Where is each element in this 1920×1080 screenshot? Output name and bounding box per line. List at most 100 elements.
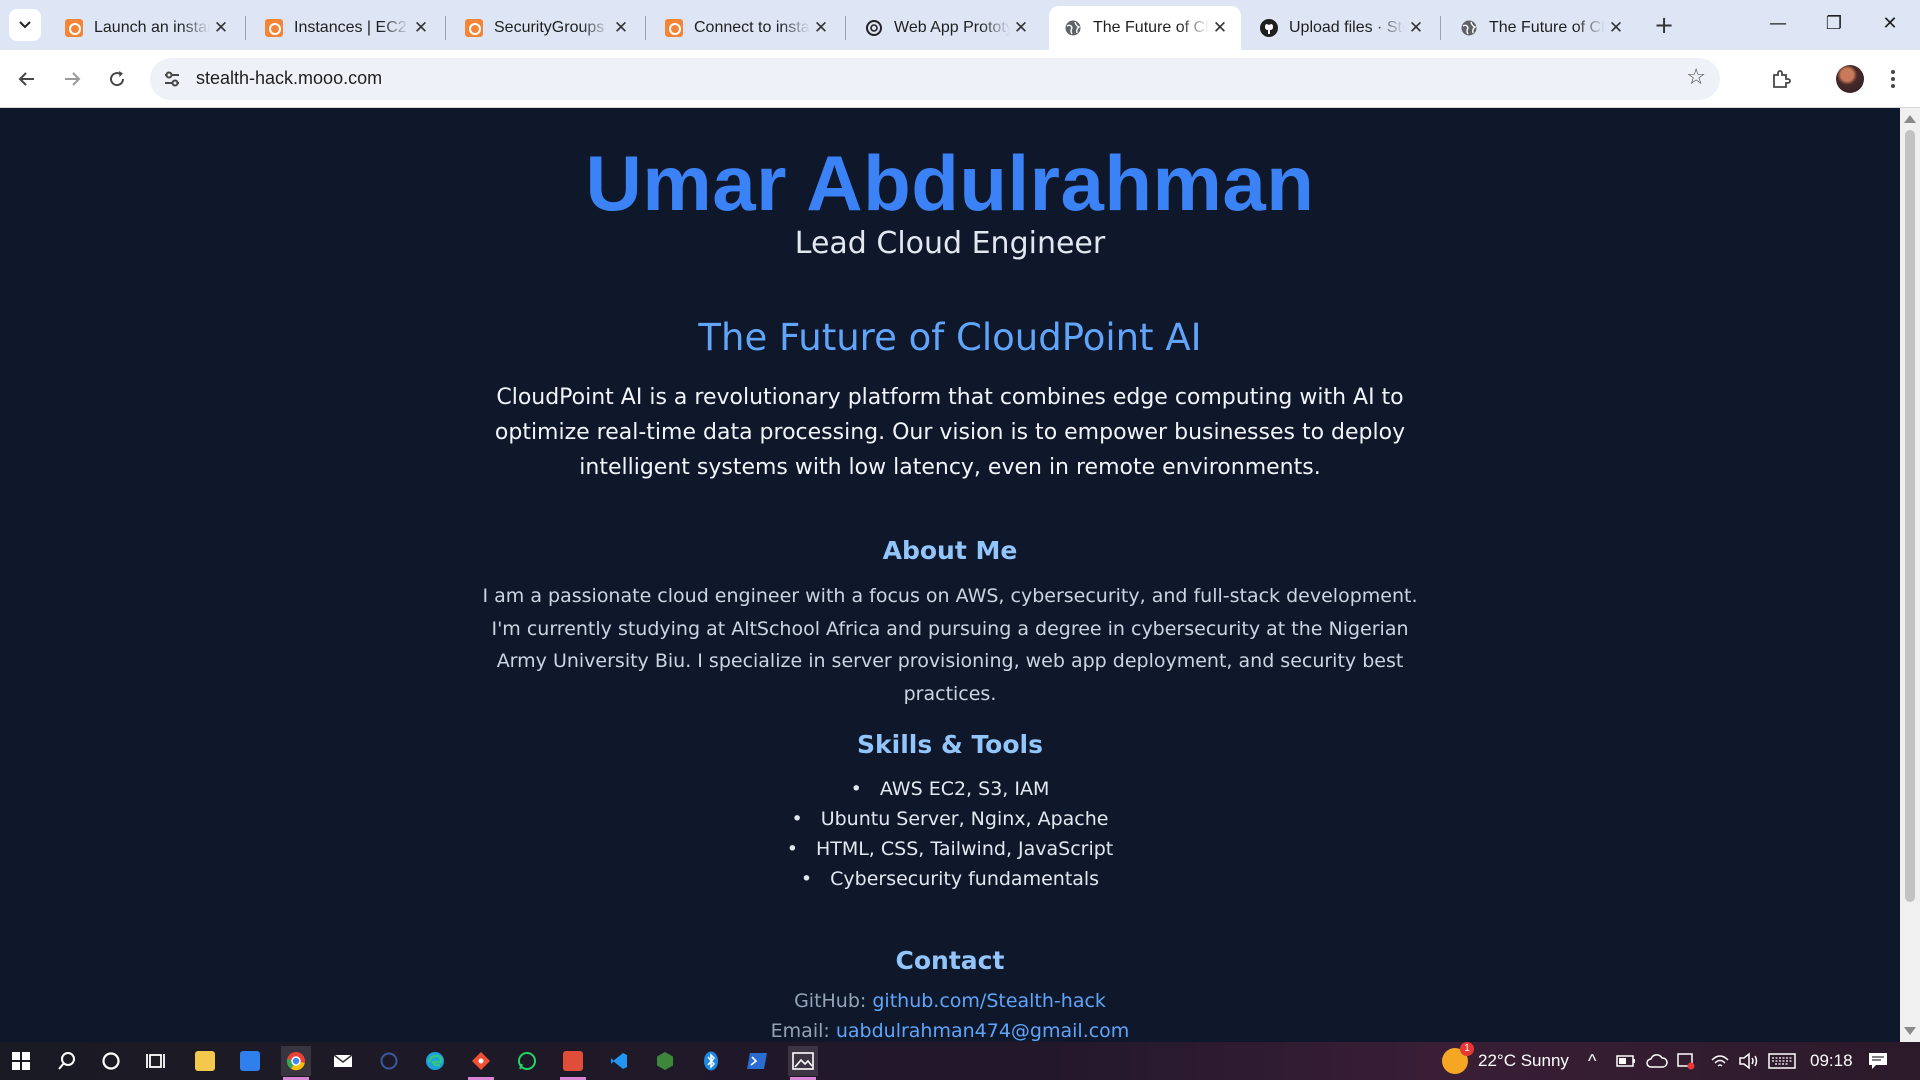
onedrive-icon[interactable] [1646,1042,1668,1080]
tab-future-cloudpoint-2[interactable]: The Future of CloudPoint AI ✕ [1445,6,1637,50]
wifi-icon[interactable] [1710,1042,1730,1080]
hero-name: Umar Abdulrahman [585,139,1315,227]
arrow-left-icon [18,72,34,86]
bookmark-star-icon[interactable]: ☆ [1686,65,1706,90]
skill-item: HTML, CSS, Tailwind, JavaScript [0,834,1900,864]
tab-title: Web App Prototype [894,19,1010,36]
tab-separator [1440,16,1441,40]
tab-separator [445,16,446,40]
tab-title: Upload files · Stealth-hack [1289,19,1405,36]
tab-title: SecurityGroups | EC2 [494,19,610,36]
tab-title: The Future of CloudPoint AI [1093,19,1209,36]
battery-icon[interactable] [1616,1042,1636,1080]
hero-role: Lead Cloud Engineer [794,226,1106,261]
tab-security-groups[interactable]: SecurityGroups | EC2 ✕ [450,6,642,50]
close-window-button[interactable]: ✕ [1862,8,1918,42]
weather-widget[interactable]: 1 22°C Sunny [1442,1042,1569,1080]
close-icon[interactable]: ✕ [610,17,632,39]
nodejs-icon[interactable] [650,1046,680,1076]
about-title: About Me [882,536,1018,565]
tab-search-button[interactable] [9,9,41,41]
chevron-down-icon [19,21,31,29]
powershell-icon[interactable] [742,1046,772,1076]
scroll-thumb[interactable] [1905,130,1915,902]
action-center-icon[interactable] [1868,1042,1888,1080]
close-icon[interactable]: ✕ [410,17,432,39]
arrow-right-icon [65,72,81,86]
clock[interactable]: 09:18 [1810,1042,1853,1080]
close-icon[interactable]: ✕ [1010,17,1032,39]
git-icon[interactable] [466,1046,496,1080]
chrome-icon[interactable] [281,1046,311,1080]
store-icon[interactable] [235,1046,265,1076]
defender-icon[interactable] [1676,1042,1696,1080]
menu-button[interactable] [1876,62,1910,96]
aws-icon [664,18,684,38]
new-tab-button[interactable]: + [1650,12,1678,40]
weather-badge: 1 [1460,1042,1474,1056]
reload-button[interactable] [100,62,134,96]
tab-title: The Future of CloudPoint AI [1489,19,1605,36]
close-icon[interactable]: ✕ [1209,17,1231,39]
photos-icon[interactable] [788,1046,818,1080]
reload-icon [110,71,125,87]
github-link[interactable]: github.com/Stealth-hack [872,990,1106,1012]
back-button[interactable] [10,62,44,96]
bluetooth-icon[interactable] [696,1046,726,1076]
close-icon[interactable]: ✕ [1605,17,1627,39]
windows-start-icon[interactable] [6,1046,36,1076]
tab-instances[interactable]: Instances | EC2 | us-east-1 ✕ [250,6,442,50]
tab-connect-instance[interactable]: Connect to instance | EC2 ✕ [650,6,842,50]
whatsapp-icon[interactable] [512,1046,542,1076]
keyboard-icon[interactable] [1768,1042,1796,1080]
tab-separator [645,16,646,40]
scroll-up-icon[interactable] [1904,115,1916,123]
aws-icon [64,18,84,38]
pdf-reader-icon[interactable] [558,1046,588,1080]
tab-separator [845,16,846,40]
volume-icon[interactable] [1738,1042,1760,1080]
tray-overflow-icon[interactable]: ^ [1588,1042,1596,1080]
scroll-down-icon[interactable] [1904,1027,1916,1035]
url-text[interactable]: stealth-hack.mooo.com [196,68,382,89]
close-icon[interactable]: ✕ [1405,17,1427,39]
minimize-button[interactable]: — [1750,8,1806,42]
close-icon[interactable]: ✕ [810,17,832,39]
tab-strip: Launch an instance | EC2 ✕ Instances | E… [0,0,1920,50]
extensions-button[interactable] [1764,62,1798,96]
file-explorer-icon[interactable] [190,1046,220,1076]
close-icon[interactable]: ✕ [210,17,232,39]
cortana-icon[interactable] [96,1046,126,1076]
mail-icon[interactable] [328,1046,358,1076]
skill-item: Ubuntu Server, Nginx, Apache [0,804,1900,834]
skills-list: AWS EC2, S3, IAM Ubuntu Server, Nginx, A… [0,774,1900,894]
taskbar: 1 22°C Sunny ^ 09:18 [0,1042,1920,1080]
task-view-icon[interactable] [141,1046,171,1076]
puzzle-icon [1773,70,1791,88]
github-label: GitHub: [794,990,867,1012]
tab-future-cloudpoint-active[interactable]: The Future of CloudPoint AI ✕ [1049,6,1241,50]
skill-item: Cybersecurity fundamentals [0,864,1900,894]
address-bar[interactable]: stealth-hack.mooo.com ☆ [150,58,1720,100]
forward-button[interactable] [55,62,89,96]
tab-launch-instance[interactable]: Launch an instance | EC2 ✕ [50,6,242,50]
tab-title: Connect to instance | EC2 [694,19,810,36]
tab-web-app-prototype[interactable]: Web App Prototype ✕ [850,6,1042,50]
skills-title: Skills & Tools [857,730,1043,759]
vscode-icon[interactable] [604,1046,634,1076]
search-icon[interactable] [52,1046,82,1076]
site-info-icon[interactable] [162,69,182,89]
email-link[interactable]: uabdulrahman474@gmail.com [836,1020,1129,1042]
obs-icon[interactable] [374,1046,404,1076]
github-icon [1259,18,1279,38]
profile-avatar[interactable] [1836,65,1864,93]
skill-item: AWS EC2, S3, IAM [0,774,1900,804]
about-text: I am a passionate cloud engineer with a … [482,585,1418,705]
more-vert-icon [1891,70,1895,88]
tab-upload-files[interactable]: Upload files · Stealth-hack ✕ [1245,6,1437,50]
globe-icon [1459,18,1479,38]
contact-github: GitHub: github.com/Stealth-hack [0,990,1900,1012]
page-scrollbar[interactable] [1900,108,1920,1042]
restore-button[interactable]: ❐ [1806,8,1862,42]
edge-icon[interactable] [420,1046,450,1076]
